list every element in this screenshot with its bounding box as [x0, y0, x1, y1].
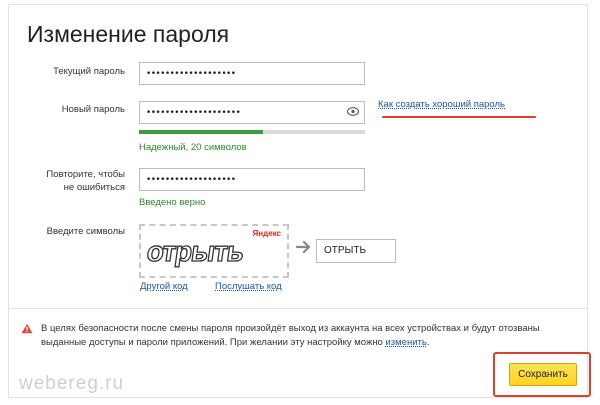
repeat-password-value: ••••••••••••••••••• [146, 175, 236, 185]
security-notice-end: . [426, 337, 430, 348]
new-password-value: •••••••••••••••••••• [146, 108, 241, 118]
save-button[interactable]: Сохранить [509, 363, 577, 386]
current-password-label: Текущий пароль [53, 66, 125, 77]
eye-icon[interactable] [347, 107, 359, 116]
watermark: webereg.ru [19, 373, 125, 394]
security-notice-text: В целях безопасности после смены пароля … [41, 323, 540, 348]
security-notice: В целях безопасности после смены пароля … [41, 322, 581, 350]
yandex-logo: Яндекс [252, 229, 281, 238]
highlight-underline [382, 116, 536, 118]
captcha-input-value: ОТРЫТЬ [324, 245, 367, 256]
current-password-value: ••••••••••••••••••• [146, 69, 236, 79]
change-setting-link[interactable]: изменить [385, 337, 426, 348]
repeat-password-input[interactable]: ••••••••••••••••••• [139, 168, 365, 191]
new-password-input[interactable]: •••••••••••••••••••• [139, 101, 365, 124]
captcha-input[interactable]: ОТРЫТЬ [316, 239, 396, 263]
captcha-distorted-text: отрыть [144, 235, 246, 267]
repeat-password-status: Введено верно [139, 197, 206, 208]
save-button-highlight: Сохранить [493, 352, 591, 397]
password-strength-fill [139, 130, 264, 134]
current-password-input[interactable]: ••••••••••••••••••• [139, 62, 365, 85]
captcha-label: Введите символы [46, 226, 125, 237]
page-title: Изменение пароля [27, 21, 230, 47]
password-strength-bar [139, 130, 365, 134]
password-change-card: Изменение пароля Текущий пароль ••••••••… [8, 4, 591, 398]
other-code-link[interactable]: Другой код [140, 281, 188, 292]
password-strength-text: Надежный, 20 символов [139, 142, 247, 153]
good-password-help-link[interactable]: Как создать хороший пароль [378, 99, 505, 110]
repeat-password-label: Повторите, чтобы не ошибиться [29, 168, 125, 194]
new-password-label: Новый пароль [61, 104, 125, 115]
captcha-image: Яндекс отрыть [139, 224, 289, 278]
warning-icon [21, 323, 33, 334]
repeat-password-label-line2: не ошибиться [63, 182, 125, 193]
repeat-password-label-line1: Повторите, чтобы [46, 169, 125, 180]
arrow-right-icon [296, 240, 311, 254]
section-divider [9, 308, 587, 309]
listen-code-link[interactable]: Послушать код [215, 281, 282, 292]
